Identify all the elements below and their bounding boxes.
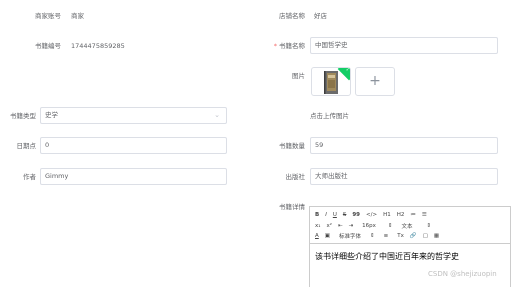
video-icon[interactable]: ▦ [434, 233, 439, 239]
align-button[interactable]: ≡ [384, 233, 389, 239]
bullet-list-button[interactable]: ☰ [422, 212, 427, 218]
image-icon[interactable]: ▢ [423, 233, 428, 239]
header-caret-icon: ⇕ [426, 222, 432, 229]
book-name-label: * 书籍名称 [250, 41, 305, 51]
image-upload-button[interactable]: + [355, 67, 395, 96]
ordered-list-button[interactable]: ≔ [410, 212, 416, 218]
plus-icon: + [369, 73, 381, 89]
book-category-label: 书籍类型 [10, 112, 36, 120]
toolbar-row-2: x₁ x² ⇤ ⇥ 16px ⇕ 文本 ⇕ [315, 221, 505, 232]
blockquote-button[interactable]: 99 [352, 212, 360, 218]
check-icon: ✓ [345, 67, 350, 73]
font-size-caret-icon: ⇕ [387, 222, 393, 229]
toolbar-row-3: A ▣ 标准字体 ⇕ ≡ Tx 🔗 ▢ ▦ [315, 231, 505, 242]
publisher-input[interactable]: 大师出版社 [310, 168, 498, 185]
book-details-label: 书籍详情 [279, 203, 305, 211]
underline-button[interactable]: U [333, 212, 337, 218]
publisher-label: 出版社 [285, 173, 306, 181]
shop-name-value: 好店 [314, 12, 327, 20]
font-color-button[interactable]: A [315, 233, 319, 239]
book-category-select[interactable]: 史学 ⌄ [40, 107, 227, 124]
book-name-input[interactable]: 中国哲学史 [310, 37, 498, 54]
outdent-button[interactable]: ⇤ [338, 223, 343, 229]
heading2-button[interactable]: H2 [397, 212, 405, 218]
book-quantity-label: 书籍数量 [279, 142, 305, 150]
chevron-down-icon: ⌄ [214, 111, 220, 119]
book-cover-thumbnail[interactable]: ✓ [311, 67, 351, 96]
font-family-caret-icon: ⇕ [369, 233, 375, 240]
header-select[interactable]: 文本 [402, 222, 413, 230]
click-count-label: 日期点 [16, 142, 37, 150]
shop-name-label: 店铺名称 [279, 12, 305, 20]
background-color-button[interactable]: ▣ [325, 233, 330, 239]
upload-hint: 点击上传图片 [310, 112, 349, 120]
book-number-value: 1744475859285 [71, 42, 125, 50]
required-mark: * [273, 42, 277, 50]
book-name-label-text: 书籍名称 [279, 42, 305, 50]
font-size-select[interactable]: 16px [362, 223, 376, 229]
editor-toolbar: B I U S 99 </> H1 H2 ≔ ☰ x₁ x² ⇤ ⇥ 16px … [310, 207, 510, 244]
author-input[interactable]: Gimmy [40, 168, 227, 185]
italic-button[interactable]: I [325, 212, 327, 218]
click-count-input[interactable]: 0 [40, 137, 227, 154]
watermark: CSDN @shejizuopin [428, 270, 497, 278]
indent-button[interactable]: ⇥ [349, 223, 354, 229]
strike-button[interactable]: S [343, 212, 347, 218]
book-category-value: 史学 [45, 111, 58, 119]
editor-content[interactable]: 该书详细些介绍了中国近百年来的哲学史 [310, 244, 510, 269]
toolbar-row-1: B I U S 99 </> H1 H2 ≔ ☰ [315, 210, 505, 221]
superscript-button[interactable]: x² [326, 223, 331, 229]
subscript-button[interactable]: x₁ [315, 223, 320, 229]
bold-button[interactable]: B [315, 212, 319, 218]
clear-format-button[interactable]: Tx [397, 233, 404, 239]
book-quantity-input[interactable]: 59 [310, 137, 498, 154]
font-family-select[interactable]: 标准字体 [339, 232, 361, 240]
merchant-account-value: 商家 [71, 12, 84, 20]
image-label: 图片 [292, 72, 305, 80]
heading1-button[interactable]: H1 [383, 212, 391, 218]
book-number-label: 书籍编号 [35, 42, 61, 50]
author-label: 作者 [23, 173, 36, 181]
link-icon[interactable]: 🔗 [410, 233, 417, 239]
code-block-button[interactable]: </> [366, 212, 377, 218]
merchant-account-label: 商家账号 [35, 12, 61, 20]
